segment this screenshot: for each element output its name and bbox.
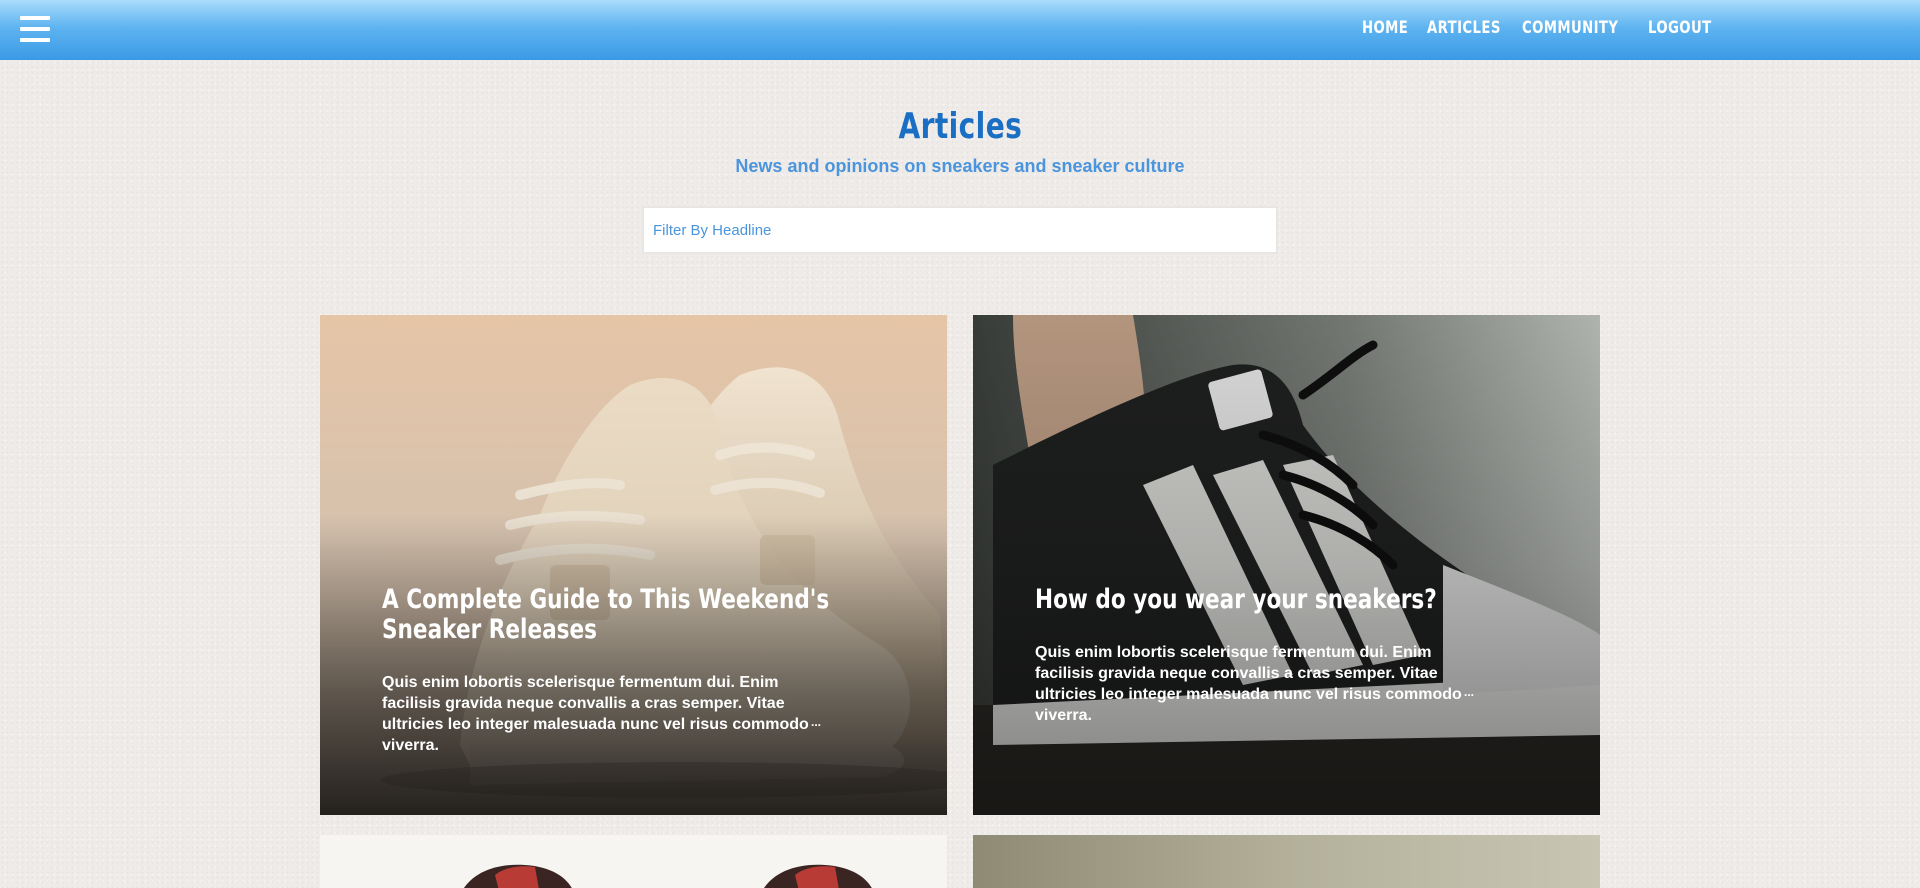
read-more-link[interactable]: ... <box>1464 685 1474 699</box>
page-title-text: Articles <box>898 106 1022 147</box>
read-more-link[interactable]: ... <box>811 715 821 729</box>
article-excerpt: Quis enim lobortis scelerisque fermentum… <box>382 674 809 754</box>
article-title[interactable]: A Complete Guide to This Weekend's Sneak… <box>382 585 830 645</box>
top-navbar: HOME ARTICLES COMMUNITY LOGOUT <box>0 0 1920 60</box>
page-title: Articles <box>0 106 1920 147</box>
article-card[interactable]: How do you wear your sneakers? Quis enim… <box>973 315 1600 815</box>
card-gradient-overlay <box>973 315 1600 815</box>
article-title[interactable]: How do you wear your sneakers? <box>1035 585 1483 615</box>
nav-link-articles[interactable]: ARTICLES <box>1427 18 1501 38</box>
page-subtitle: News and opinions on sneakers and sneake… <box>735 156 1185 176</box>
article-image-olive-background <box>973 835 1600 888</box>
article-card[interactable]: A Complete Guide to This Weekend's Sneak… <box>320 315 947 815</box>
nav-link-community[interactable]: COMMUNITY <box>1522 18 1618 38</box>
nav-link-logout[interactable]: LOGOUT <box>1648 18 1712 38</box>
article-image-red-sneakers <box>320 835 947 888</box>
filter-by-headline-input[interactable] <box>642 206 1278 254</box>
nav-links: HOME ARTICLES COMMUNITY LOGOUT <box>0 0 1920 60</box>
nav-link-home[interactable]: HOME <box>1362 18 1408 38</box>
article-excerpt: Quis enim lobortis scelerisque fermentum… <box>1035 644 1462 724</box>
article-card[interactable] <box>320 835 947 888</box>
article-card[interactable] <box>973 835 1600 888</box>
